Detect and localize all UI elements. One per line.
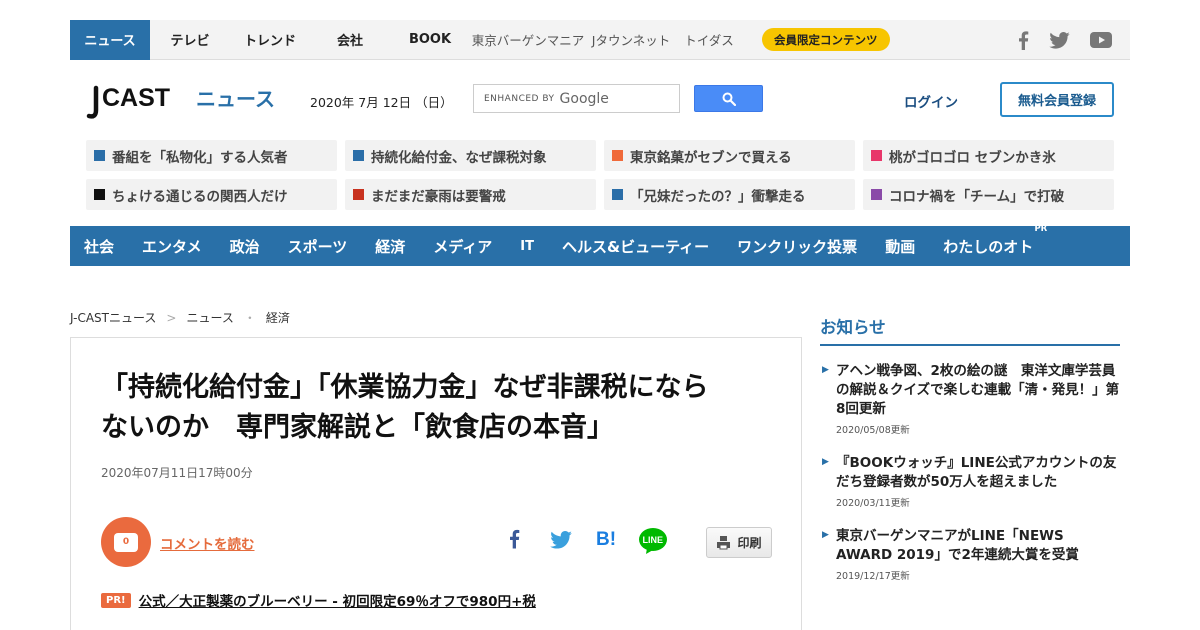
pr-badge: PR! (101, 592, 131, 608)
pickup-links: 番組を「私物化」する人気者 持続化給付金、なぜ課税対象 東京銘菓がセブンで買える… (86, 140, 1114, 210)
read-comments-link[interactable]: コメントを読む (160, 533, 255, 553)
pickup-marker (94, 189, 105, 200)
breadcrumb: J-CASTニュース > ニュース ・ 経済 (70, 309, 290, 326)
pr-label: PR (1034, 223, 1048, 234)
pickup-marker (612, 150, 623, 161)
topnav-item-bargain-mania[interactable]: 東京バーゲンマニア (470, 20, 586, 60)
category-entertainment[interactable]: エンタメ (142, 236, 202, 257)
category-media[interactable]: メディア (433, 236, 492, 257)
notice-divider (820, 344, 1120, 346)
category-sports[interactable]: スポーツ (288, 236, 348, 257)
pickup-marker (94, 150, 105, 161)
svg-text:LINE: LINE (643, 535, 664, 545)
pickup-marker (871, 189, 882, 200)
member-content-button[interactable]: 会員限定コンテンツ (762, 28, 890, 51)
pickup-item[interactable]: 番組を「私物化」する人気者 (86, 140, 337, 171)
pickup-marker (353, 150, 364, 161)
category-video[interactable]: 動画 (885, 236, 915, 257)
category-navigation: 社会 エンタメ 政治 スポーツ 経済 メディア IT ヘルス&ビューティー ワン… (70, 224, 1130, 266)
pickup-item[interactable]: 東京銘菓がセブンで買える (604, 140, 855, 171)
facebook-share-icon[interactable] (508, 528, 520, 554)
category-economy[interactable]: 経済 (375, 236, 405, 257)
youtube-icon[interactable] (1090, 32, 1112, 48)
category-watashi-no-oto[interactable]: わたしのオト PR (943, 224, 1047, 257)
topnav-item-jtown[interactable]: Jタウンネット (586, 20, 676, 60)
comment-count: 0 (114, 532, 138, 552)
twitter-icon[interactable] (1049, 31, 1070, 49)
comment-count-button[interactable]: 0 (101, 517, 151, 567)
article-title: 「持続化給付金」「休業協力金」なぜ非課税になら ないのか 専門家解説と「飲食店の… (101, 372, 709, 443)
login-link[interactable]: ログイン (904, 91, 958, 111)
article-date: 2020年07月11日17時00分 (101, 466, 253, 480)
search-enhanced-label: ENHANCED BY (484, 93, 555, 104)
line-icon[interactable]: LINE (638, 527, 668, 559)
category-society[interactable]: 社会 (84, 236, 114, 257)
breadcrumb-news[interactable]: ニュース (186, 309, 233, 326)
breadcrumb-separator: > (166, 310, 177, 325)
topnav-item-tv[interactable]: テレビ (150, 20, 230, 60)
pickup-item[interactable]: 持続化給付金、なぜ課税対象 (345, 140, 596, 171)
logo-news-text: ニュース (196, 87, 275, 111)
social-links (1017, 20, 1112, 60)
search-icon (722, 92, 736, 106)
pickup-marker (612, 189, 623, 200)
pickup-item[interactable]: 桃がゴロゴロ セブンかき氷 (863, 140, 1114, 171)
search-google-label: Google (559, 90, 609, 107)
facebook-icon[interactable] (1017, 30, 1029, 50)
jcast-news-logo[interactable]: CAST ニュース (86, 82, 286, 122)
topnav-item-trend[interactable]: トレンド (230, 20, 310, 60)
pickup-item[interactable]: 「兄妹だったの？」衝撃走る (604, 179, 855, 210)
list-item[interactable]: ▶ 東京バーゲンマニアがLINE「NEWS AWARD 2019」で2年連続大賞… (820, 527, 1120, 582)
notice-section-title: お知らせ (820, 318, 886, 337)
top-navigation: ニュース テレビ トレンド 会社 BOOK 東京バーゲンマニア Jタウンネット … (70, 19, 1130, 60)
pickup-item[interactable]: まだまだ豪雨は要警戒 (345, 179, 596, 210)
search-input[interactable]: ENHANCED BY Google (473, 84, 680, 113)
category-it[interactable]: IT (520, 239, 534, 254)
notice-list: ▶ アヘン戦争図、2枚の絵の謎 東洋文庫学芸員の解説＆クイズで楽しむ連載「清・発… (820, 362, 1120, 600)
category-health-beauty[interactable]: ヘルス&ビューティー (562, 236, 709, 257)
category-one-click-poll[interactable]: ワンクリック投票 (737, 236, 857, 257)
list-item[interactable]: ▶ 『BOOKウォッチ』LINE公式アカウントの友だち登録者数が50万人を超えま… (820, 454, 1120, 509)
article-card: 「持続化給付金」「休業協力金」なぜ非課税になら ないのか 専門家解説と「飲食店の… (70, 337, 802, 630)
list-item[interactable]: ▶ アヘン戦争図、2枚の絵の謎 東洋文庫学芸員の解説＆クイズで楽しむ連載「清・発… (820, 362, 1120, 436)
topnav-item-toidasu[interactable]: トイダス (676, 20, 742, 60)
pickup-item[interactable]: ちょける通じるの関西人だけ (86, 179, 337, 210)
pickup-marker (871, 150, 882, 161)
logo-cast-text: CAST (102, 84, 170, 112)
breadcrumb-home[interactable]: J-CASTニュース (70, 309, 156, 326)
category-politics[interactable]: 政治 (230, 236, 260, 257)
twitter-share-icon[interactable] (550, 531, 572, 553)
topnav-item-company[interactable]: 会社 (310, 20, 390, 60)
printer-icon (717, 536, 731, 550)
search-button[interactable] (694, 85, 763, 112)
breadcrumb-separator: ・ (243, 311, 256, 325)
register-button[interactable]: 無料会員登録 (1000, 82, 1114, 117)
topnav-item-news[interactable]: ニュース (70, 19, 150, 60)
chevron-right-icon: ▶ (822, 365, 829, 375)
hatena-bookmark-icon[interactable]: B! (596, 528, 618, 552)
pr-ad-line: PR! 公式／大正製薬のブルーベリー - 初回限定69％オフで980円+税 (101, 590, 536, 610)
chevron-right-icon: ▶ (822, 457, 829, 467)
pr-ad-link[interactable]: 公式／大正製薬のブルーベリー - 初回限定69％オフで980円+税 (139, 590, 536, 610)
print-button[interactable]: 印刷 (706, 527, 772, 558)
pickup-item[interactable]: コロナ禍を「チーム」で打破 (863, 179, 1114, 210)
current-date: 2020年 7月 12日 （日） (310, 95, 453, 110)
breadcrumb-economy[interactable]: 経済 (266, 309, 290, 326)
chevron-right-icon: ▶ (822, 530, 829, 540)
pickup-marker (353, 189, 364, 200)
svg-text:B!: B! (596, 529, 616, 548)
topnav-item-book[interactable]: BOOK (390, 20, 470, 60)
